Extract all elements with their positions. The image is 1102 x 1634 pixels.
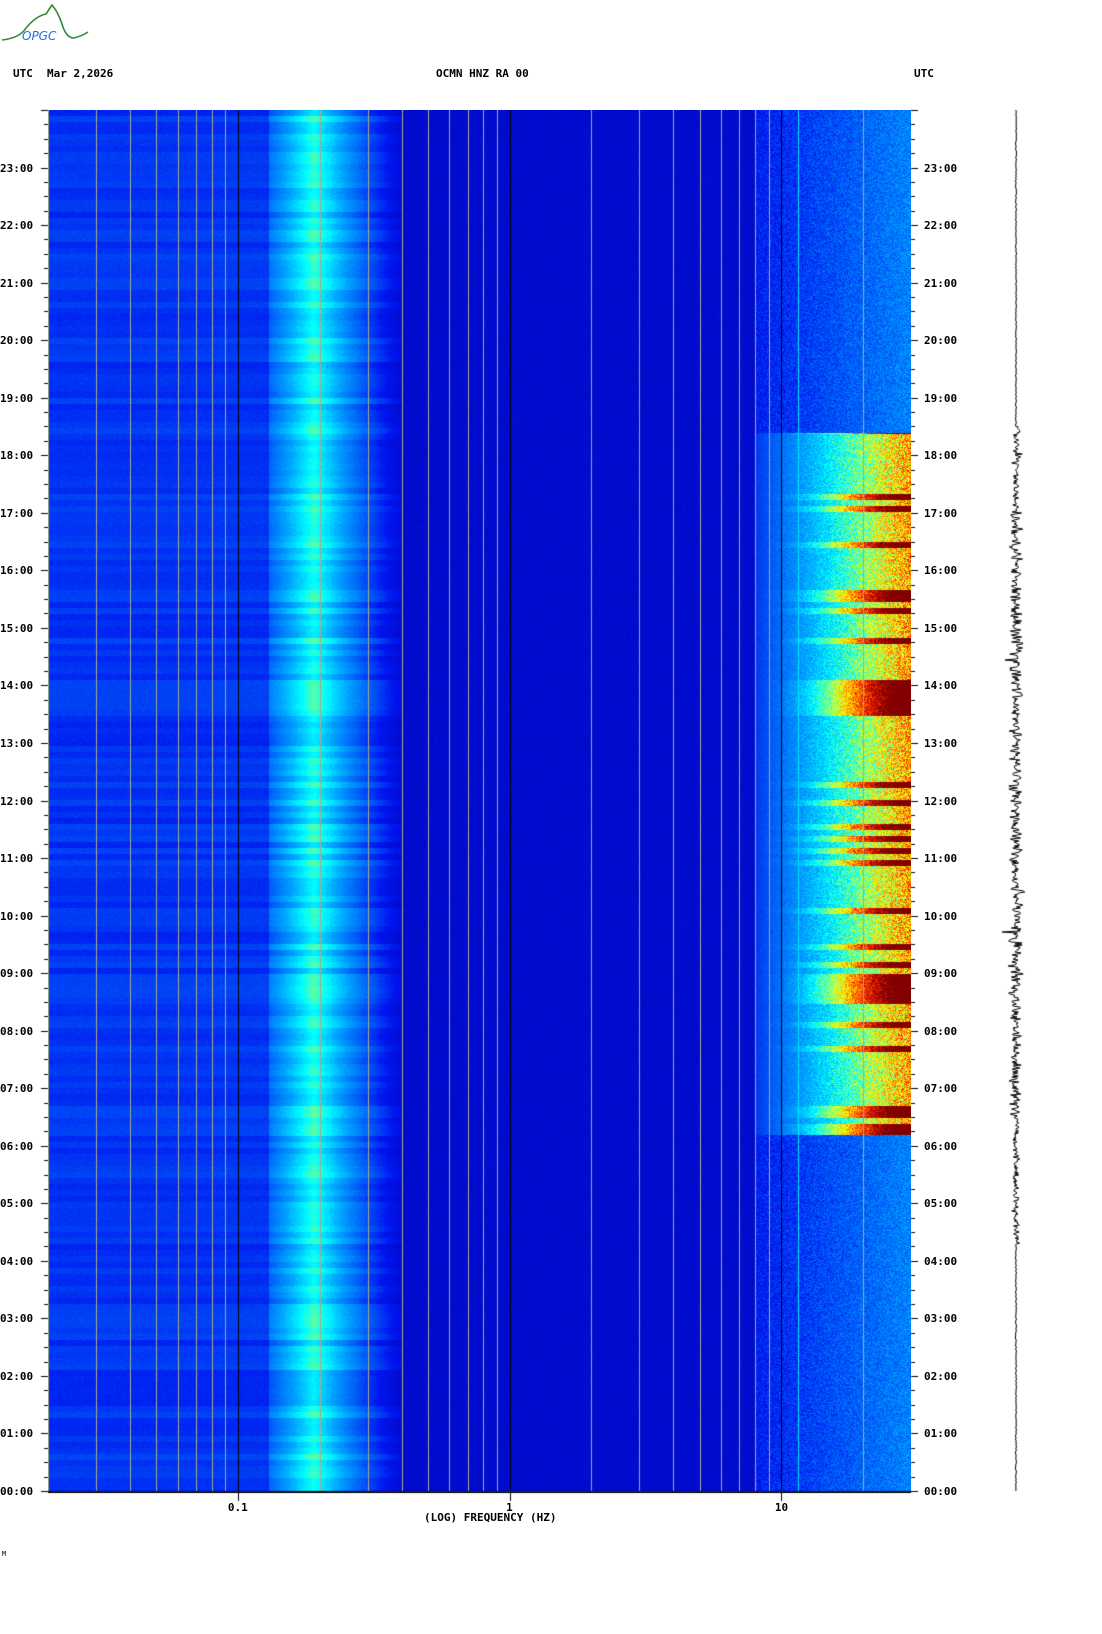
y-tick-label-left: 23:00 [0,161,34,175]
y-tick-label-left: 18:00 [0,449,34,463]
y-tick-label-right: 00:00 [924,1485,958,1498]
y-tick-label-right: 04:00 [924,1254,958,1268]
y-tick-label-left: 20:00 [0,334,34,348]
y-tick-label-right: 18:00 [924,449,958,463]
right-timezone-label: UTC [914,67,934,80]
y-tick-label-left: 07:00 [0,1082,34,1096]
y-tick-label-right: 06:00 [924,1139,958,1153]
y-tick-label-left: 13:00 [0,736,34,750]
y-tick-label-left: 22:00 [0,219,34,233]
y-tick-label-right: 20:00 [924,334,958,348]
y-tick-label-right: 22:00 [924,219,958,233]
y-tick-label-left: 00:00 [0,1485,34,1498]
y-tick-label-right: 03:00 [924,1312,958,1326]
opgc-logo: OPGC [0,2,90,47]
y-tick-label-right: 21:00 [924,276,958,290]
y-tick-label-right: 11:00 [924,852,958,866]
y-tick-label-left: 16:00 [0,564,34,578]
svg-text:OPGC: OPGC [22,29,57,43]
y-tick-label-right: 05:00 [924,1197,958,1211]
y-tick-label-left: 19:00 [0,391,34,405]
y-tick-label-right: 12:00 [924,794,958,808]
y-tick-label-left: 05:00 [0,1197,34,1211]
date-label: Mar 2,2026 [47,67,114,80]
y-tick-label-right: 07:00 [924,1082,958,1096]
y-tick-label-left: 12:00 [0,794,34,808]
y-tick-label-left: 02:00 [0,1369,34,1383]
y-tick-label-left: 01:00 [0,1427,34,1441]
y-tick-label-left: 17:00 [0,506,34,520]
x-tick-label: 0.1 [227,1501,248,1514]
x-axis-label: (LOG) FREQUENCY (HZ) [424,1511,557,1524]
y-tick-label-left: 14:00 [0,679,34,693]
footer-mark: M [2,1550,7,1558]
y-tick-label-right: 17:00 [924,506,958,520]
y-tick-label-right: 08:00 [924,1024,958,1038]
y-tick-label-right: 14:00 [924,679,958,693]
y-tick-label-left: 08:00 [0,1024,34,1038]
y-tick-label-right: 23:00 [924,161,958,175]
y-tick-label-right: 16:00 [924,564,958,578]
y-tick-label-right: 01:00 [924,1427,958,1441]
y-tick-label-right: 13:00 [924,736,958,750]
y-tick-label-left: 09:00 [0,967,34,981]
y-tick-label-right: 19:00 [924,391,958,405]
station-title: OCMN HNZ RA 00 [436,67,529,80]
x-tick-label: 10 [774,1501,789,1514]
y-tick-label-right: 02:00 [924,1369,958,1383]
y-tick-label-left: 03:00 [0,1312,34,1326]
y-tick-label-left: 15:00 [0,621,34,635]
y-tick-label-left: 21:00 [0,276,34,290]
left-timezone-label: UTC [13,67,33,80]
y-tick-label-right: 09:00 [924,967,958,981]
y-tick-label-left: 06:00 [0,1139,34,1153]
y-tick-label-left: 10:00 [0,909,34,923]
spectrogram-heatmap [48,110,911,1491]
y-tick-label-left: 11:00 [0,852,34,866]
y-tick-label-right: 15:00 [924,621,958,635]
y-tick-label-left: 04:00 [0,1254,34,1268]
y-tick-label-right: 10:00 [924,909,958,923]
